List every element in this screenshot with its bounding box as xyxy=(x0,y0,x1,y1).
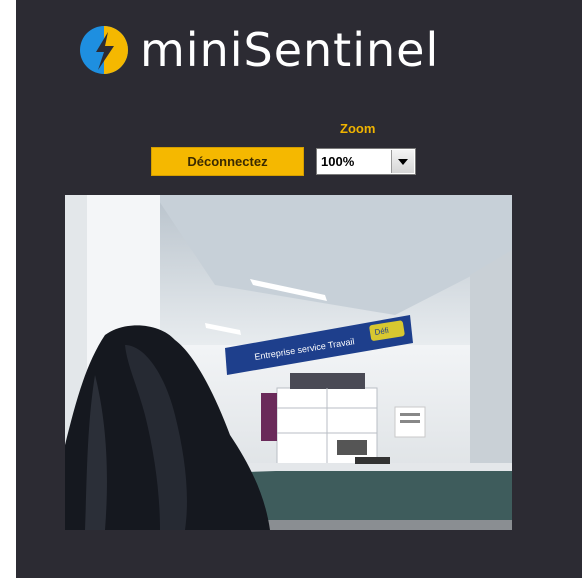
app-name: miniSentinel xyxy=(140,23,440,77)
zoom-select[interactable]: 100% xyxy=(316,148,416,175)
minisentinel-logo-icon xyxy=(80,26,128,74)
chevron-down-icon[interactable] xyxy=(391,150,414,173)
camera-image: Entreprise service Travail Défi xyxy=(65,195,512,530)
disconnect-button[interactable]: Déconnectez xyxy=(151,147,304,176)
app-logo: miniSentinel xyxy=(78,22,439,78)
zoom-value: 100% xyxy=(321,154,355,169)
camera-feed: Entreprise service Travail Défi xyxy=(65,195,512,530)
zoom-label: Zoom xyxy=(340,121,376,136)
